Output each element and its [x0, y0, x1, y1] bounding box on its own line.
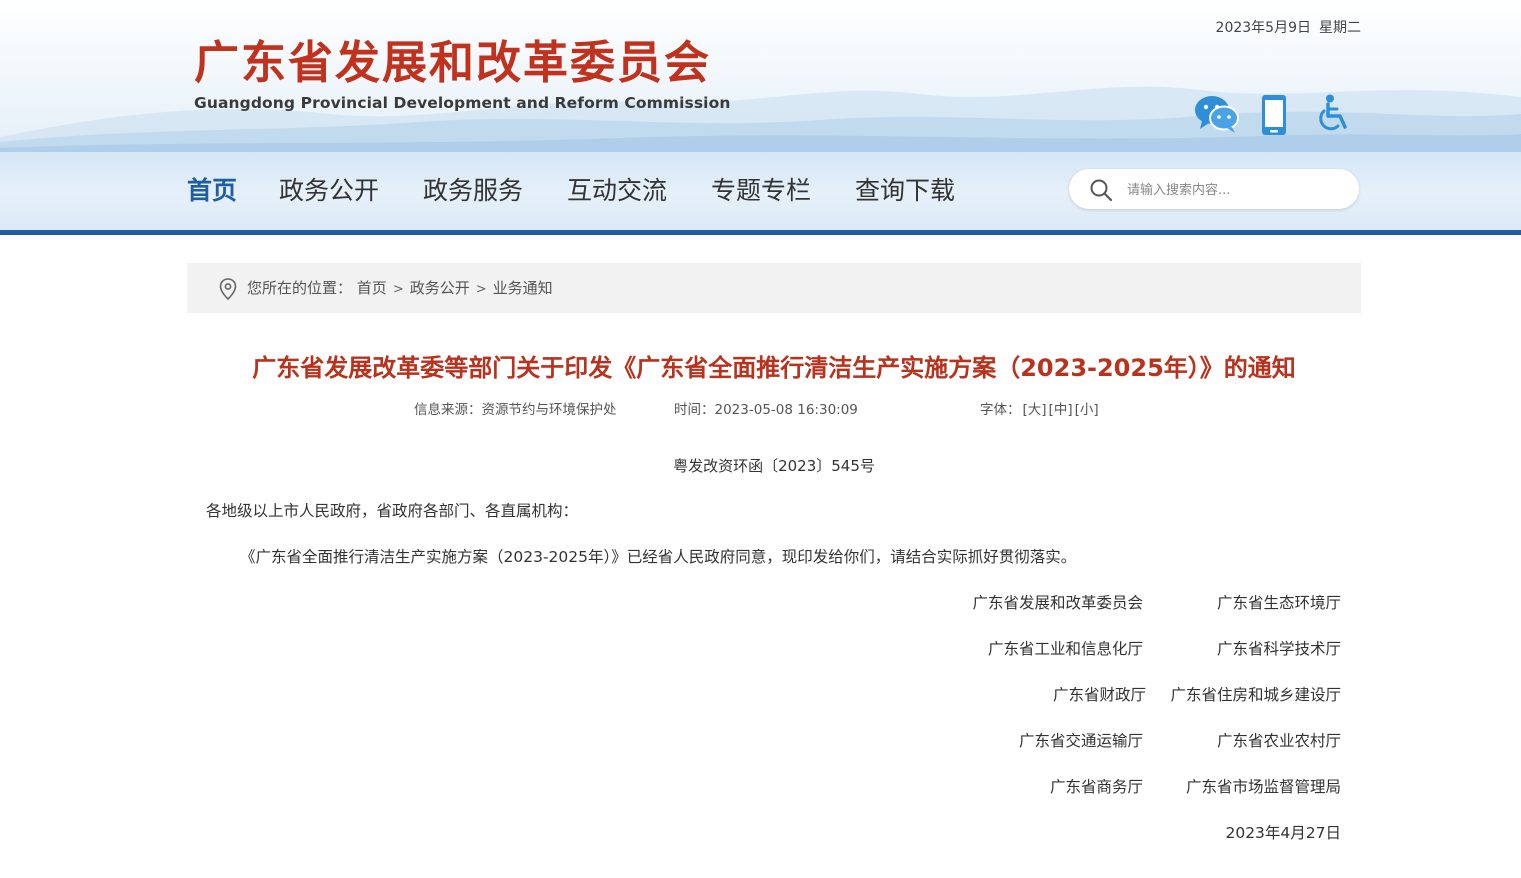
time-value: 2023-05-08 16:30:09: [714, 402, 858, 418]
signatory: 广东省住房和城乡建设厅: [1170, 686, 1341, 704]
sign-date: 2023年4月27日: [1225, 824, 1341, 842]
weekday-text: 星期二: [1319, 20, 1361, 36]
nav-item-interaction[interactable]: 互动交流: [567, 174, 667, 208]
main-nav: 首页 政务公开 政务服务 互动交流 专题专栏 查询下载: [0, 152, 1521, 230]
accessibility-icon[interactable]: [1314, 94, 1350, 138]
font-label: 字体：: [980, 402, 1021, 418]
location-pin-icon: [219, 278, 237, 304]
breadcrumb-separator: >: [475, 282, 487, 297]
nav-item-services[interactable]: 政务服务: [423, 174, 523, 208]
time-label: 时间：: [674, 402, 715, 418]
breadcrumb-prefix: 您所在的位置：: [247, 279, 353, 297]
salutation: 各地级以上市人民政府，省政府各部门、各直属机构：: [206, 502, 579, 520]
search-icon[interactable]: [1089, 178, 1113, 206]
current-date: 2023年5月9日 星期二: [1190, 20, 1361, 36]
signatory: 广东省交通运输厅: [1018, 732, 1143, 750]
document-number: 粤发改资环函〔2023〕545号: [673, 457, 875, 475]
nav-item-query-download[interactable]: 查询下载: [855, 174, 955, 208]
font-size-switcher: 字体： [大] [中] [小]: [980, 400, 1099, 420]
body-paragraph: 《广东省全面推行清洁生产实施方案（2023-2025年）》已经省人民政府同意，现…: [240, 548, 1077, 566]
site-title: 广东省发展和改革委员会: [194, 36, 712, 89]
signatory: 广东省工业和信息化厅: [987, 640, 1143, 658]
wechat-icon[interactable]: [1194, 94, 1240, 138]
search-input[interactable]: [1125, 177, 1349, 203]
mobile-icon[interactable]: [1261, 94, 1287, 140]
nav-divider: [0, 230, 1521, 235]
signatory: 广东省商务厅: [1049, 778, 1143, 796]
site-subtitle: Guangdong Provincial Development and Ref…: [194, 94, 731, 112]
article-source: 信息来源：资源节约与环境保护处: [414, 400, 617, 420]
source-value: 资源节约与环境保护处: [481, 402, 617, 418]
font-size-medium[interactable]: [中]: [1049, 402, 1073, 418]
search-box: [1069, 169, 1359, 209]
nav-item-government-affairs[interactable]: 政务公开: [279, 174, 379, 208]
signatory: 广东省市场监督管理局: [1185, 778, 1341, 796]
article-time: 时间：2023-05-08 16:30:09: [674, 400, 858, 420]
breadcrumb-home[interactable]: 首页: [357, 279, 387, 297]
signatory: 广东省农业农村厅: [1216, 732, 1341, 750]
signatory: 广东省科学技术厅: [1216, 640, 1341, 658]
breadcrumb-government-affairs[interactable]: 政务公开: [410, 279, 470, 297]
nav-item-home[interactable]: 首页: [187, 174, 237, 208]
breadcrumb-separator: >: [392, 282, 404, 297]
signatory: 广东省财政厅: [1052, 686, 1146, 704]
signatory: 广东省发展和改革委员会: [972, 594, 1143, 612]
date-text: 2023年5月9日: [1215, 20, 1311, 36]
font-size-small[interactable]: [小]: [1075, 402, 1099, 418]
signatory: 广东省生态环境厅: [1216, 594, 1341, 612]
breadcrumb: 您所在的位置： 首页 > 政务公开 > 业务通知: [187, 263, 1361, 313]
source-label: 信息来源：: [414, 402, 482, 418]
font-size-large[interactable]: [大]: [1023, 402, 1047, 418]
nav-item-special-topics[interactable]: 专题专栏: [711, 174, 811, 208]
breadcrumb-trail: 您所在的位置： 首页 > 政务公开 > 业务通知: [247, 263, 553, 313]
breadcrumb-business-notice[interactable]: 业务通知: [493, 279, 553, 297]
article-title: 广东省发展改革委等部门关于印发《广东省全面推行清洁生产实施方案（2023-202…: [252, 354, 1296, 382]
header-banner: 广东省发展和改革委员会 Guangdong Provincial Develop…: [0, 0, 1521, 152]
